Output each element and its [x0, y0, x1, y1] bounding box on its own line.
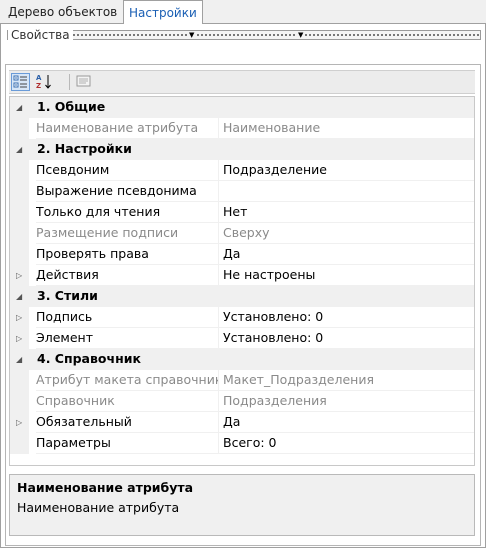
property-row[interactable]: ▷ Подпись Установлено: 0	[10, 307, 474, 328]
category-row[interactable]: ◢ 3. Стили	[10, 286, 474, 307]
property-row[interactable]: Размещение подписи Сверху	[10, 223, 474, 244]
property-value[interactable]: Подразделение	[218, 160, 474, 181]
category-label: 4. Справочник	[37, 351, 141, 366]
collapse-arrow-icon[interactable]: ◢	[16, 349, 22, 370]
property-value: Макет_Подразделения	[218, 370, 474, 391]
property-name: Проверять права	[36, 244, 218, 265]
category-label: 3. Стили	[37, 288, 98, 303]
property-value: Наименование	[218, 118, 474, 139]
row-gutter	[10, 433, 29, 454]
property-value[interactable]: Установлено: 0	[218, 307, 474, 328]
category-row[interactable]: ◢ 4. Справочник	[10, 349, 474, 370]
property-pages-button[interactable]	[75, 73, 94, 91]
alphabetical-button[interactable]: A Z	[35, 73, 54, 91]
expand-arrow-icon[interactable]: ▷	[16, 307, 22, 328]
row-gutter	[10, 181, 29, 202]
expand-arrow-icon[interactable]: ▷	[16, 265, 22, 286]
splitter-arrow-down-icon[interactable]: ▼	[297, 31, 305, 39]
property-name: Размещение подписи	[36, 223, 218, 244]
expand-arrow-icon[interactable]: ▷	[16, 412, 22, 433]
collapse-splitter[interactable]: ▼ ▼	[7, 30, 481, 40]
property-row[interactable]: ▷ Обязательный Да	[10, 412, 474, 433]
svg-text:Z: Z	[36, 82, 41, 90]
property-row[interactable]: Только для чтения Нет	[10, 202, 474, 223]
row-gutter	[10, 370, 29, 391]
property-grid-toolbar: A Z	[9, 70, 475, 94]
property-name: Обязательный	[36, 412, 218, 433]
property-value: Подразделения	[218, 391, 474, 412]
property-name: Псевдоним	[36, 160, 218, 181]
splitter-arrow-down-icon[interactable]: ▼	[188, 31, 196, 39]
property-value[interactable]: Нет	[218, 202, 474, 223]
collapse-arrow-icon[interactable]: ◢	[16, 286, 22, 307]
toolbar-separator	[69, 74, 70, 90]
category-label: 2. Настройки	[37, 141, 132, 156]
svg-text:A: A	[36, 74, 42, 82]
property-row[interactable]: Проверять права Да	[10, 244, 474, 265]
expand-arrow-icon[interactable]: ▷	[16, 328, 22, 349]
row-gutter	[10, 160, 29, 181]
properties-group-title: Свойства	[8, 27, 73, 43]
property-value[interactable]	[218, 181, 474, 202]
category-row[interactable]: ◢ 2. Настройки	[10, 139, 474, 160]
property-value[interactable]: Да	[218, 412, 474, 433]
property-name: Параметры	[36, 433, 218, 454]
categorized-icon	[13, 75, 27, 88]
row-gutter	[10, 223, 29, 244]
property-name: Атрибут макета справочника	[36, 370, 218, 391]
row-gutter	[10, 391, 29, 412]
property-name: Элемент	[36, 328, 218, 349]
property-row[interactable]: Справочник Подразделения	[10, 391, 474, 412]
property-name: Наименование атрибута	[36, 118, 218, 139]
property-grid[interactable]: ◢ 1. Общие Наименование атрибута Наименован…	[9, 96, 475, 466]
property-row[interactable]: ▷ Действия Не настроены	[10, 265, 474, 286]
row-gutter	[10, 118, 29, 139]
property-value[interactable]: Не настроены	[218, 265, 474, 286]
property-value: Сверху	[218, 223, 474, 244]
tab-settings[interactable]: Настройки	[123, 0, 203, 24]
description-title: Наименование атрибута	[17, 480, 194, 495]
property-row[interactable]: Наименование атрибута Наименование	[10, 118, 474, 139]
property-pages-icon	[76, 75, 91, 87]
property-name: Выражение псевдонима	[36, 181, 218, 202]
property-value[interactable]: Да	[218, 244, 474, 265]
category-label: 1. Общие	[37, 99, 106, 114]
category-row[interactable]: ◢ 1. Общие	[10, 97, 474, 118]
categorized-button[interactable]	[11, 73, 30, 91]
property-row[interactable]: Параметры Всего: 0	[10, 433, 474, 454]
alphabetical-icon: A Z	[36, 74, 51, 90]
tab-strip: Дерево объектов Настройки	[0, 0, 486, 24]
property-row[interactable]: Псевдоним Подразделение	[10, 160, 474, 181]
description-panel: Наименование атрибута Наименование атриб…	[9, 474, 475, 536]
collapse-arrow-icon[interactable]: ◢	[16, 97, 22, 118]
property-name: Справочник	[36, 391, 218, 412]
property-row[interactable]: Атрибут макета справочника Макет_Подразде…	[10, 370, 474, 391]
tab-object-tree[interactable]: Дерево объектов	[2, 2, 123, 23]
property-row[interactable]: Выражение псевдонима	[10, 181, 474, 202]
property-name: Действия	[36, 265, 218, 286]
property-name: Подпись	[36, 307, 218, 328]
property-value[interactable]: Всего: 0	[218, 433, 474, 454]
property-name: Только для чтения	[36, 202, 218, 223]
row-gutter	[10, 202, 29, 223]
splitter-grip	[9, 34, 479, 36]
property-value[interactable]: Установлено: 0	[218, 328, 474, 349]
collapse-arrow-icon[interactable]: ◢	[16, 139, 22, 160]
row-gutter	[10, 244, 29, 265]
property-row[interactable]: ▷ Элемент Установлено: 0	[10, 328, 474, 349]
description-text: Наименование атрибута	[17, 500, 180, 515]
